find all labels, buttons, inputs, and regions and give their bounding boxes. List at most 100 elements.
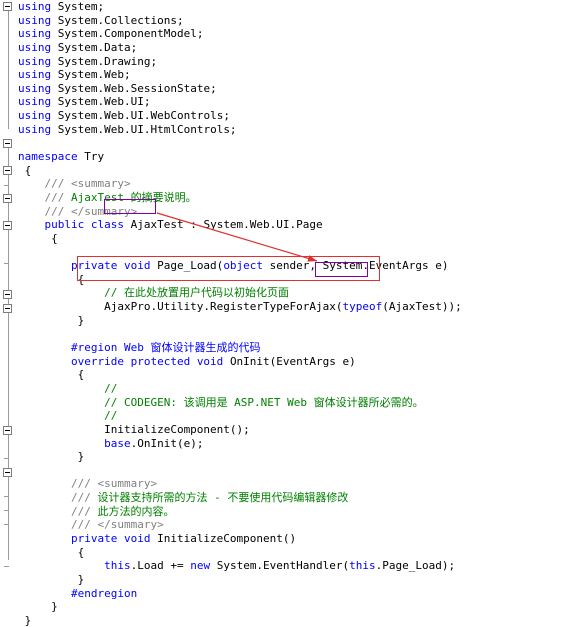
code-line: {: [18, 368, 565, 382]
code-line: //: [18, 409, 565, 423]
code-token: ///: [44, 204, 71, 218]
code-token: // CODEGEN: 该调用是 ASP.NET Web 窗体设计器所必需的。: [104, 395, 424, 409]
code-token: //: [104, 409, 118, 423]
code-token: Page_Load(: [157, 259, 224, 273]
outline-collapse-pageload[interactable]: [3, 221, 12, 230]
code-line: }: [18, 600, 565, 614]
outline-collapse-doc-2[interactable]: [3, 426, 12, 435]
code-line: }: [18, 450, 565, 464]
code-token: ///: [70, 477, 98, 491]
outline-tick-blank-2: [4, 496, 9, 497]
code-token: .Page_Load);: [375, 559, 456, 573]
code-token: this: [104, 559, 131, 573]
code-token: typeof: [342, 300, 383, 314]
outline-bar-namespace: [8, 140, 9, 560]
code-token: using: [18, 54, 58, 68]
code-token: InitializeComponent(): [157, 531, 297, 545]
code-token: object: [223, 259, 264, 273]
code-line: /// </summary>: [18, 205, 565, 219]
code-token: System.Web;: [57, 68, 131, 82]
code-line: namespace Try: [18, 150, 565, 164]
code-line: /// <summary>: [18, 477, 565, 491]
outline-collapse-doc-1[interactable]: [3, 166, 12, 175]
code-token: ///: [44, 190, 71, 204]
outline-bar-usings: [8, 4, 9, 129]
outlining-gutter[interactable]: [0, 0, 18, 578]
outline-tick-end: [4, 566, 9, 567]
code-text-area[interactable]: using System; using System.Collections; us…: [18, 0, 565, 627]
code-token: using: [18, 68, 58, 82]
code-line: /// 设计器支持所需的方法 - 不要使用代码编辑器修改: [18, 491, 565, 505]
code-token: OnInit(EventArgs e): [229, 354, 356, 368]
code-token: {: [18, 368, 85, 382]
code-token: using: [18, 40, 58, 54]
outline-collapse-oninit[interactable]: [3, 304, 12, 313]
outline-tick-blank-4: [4, 524, 9, 525]
code-token: using: [18, 27, 58, 41]
code-line: using System.Web;: [18, 68, 565, 82]
code-token: }: [18, 450, 85, 464]
code-token: using: [18, 81, 58, 95]
code-line: #endregion: [18, 587, 565, 601]
code-line: private void Page_Load(object sender, Sy…: [18, 259, 565, 273]
code-token: System.EventHandler(: [210, 559, 350, 573]
code-token: {: [18, 545, 85, 559]
outline-collapse-usings[interactable]: [3, 2, 12, 11]
code-token: System.Web.SessionState;: [57, 81, 217, 95]
outline-collapse-class[interactable]: [3, 194, 12, 203]
code-line: InitializeComponent();: [18, 423, 565, 437]
code-token: {: [18, 231, 58, 245]
code-token: </summary>: [71, 204, 138, 218]
code-line: /// </summary>: [18, 518, 565, 532]
outline-tick-doc-end-2: [4, 458, 9, 459]
code-line: using System.Drawing;: [18, 55, 565, 69]
code-token: // 在此处放置用户代码以初始化页面: [104, 286, 289, 300]
code-token: AjaxPro.Utility.RegisterTypeForAjax(: [18, 300, 343, 314]
code-token: ///: [70, 504, 98, 518]
code-token: Web 窗体设计器生成的代码: [117, 341, 261, 355]
code-line: using System.Web.UI.HtmlControls;: [18, 123, 565, 137]
code-token: using: [18, 122, 58, 136]
code-token: base: [104, 436, 131, 450]
code-token: System;: [57, 0, 105, 13]
code-token: System.Web.UI.HtmlControls;: [57, 122, 237, 136]
code-editor[interactable]: using System; using System.Collections; us…: [0, 0, 565, 627]
code-token: }: [18, 313, 85, 327]
code-token: (AjaxTest));: [382, 300, 462, 314]
code-token: override protected void: [70, 354, 230, 368]
outline-collapse-initcomp[interactable]: [3, 468, 12, 477]
outline-collapse-region[interactable]: [3, 290, 12, 299]
code-line: }: [18, 573, 565, 587]
outline-tick-blank-1: [4, 263, 9, 264]
code-token: using: [18, 109, 58, 123]
outline-collapse-namespace[interactable]: [3, 139, 12, 148]
code-token: using: [18, 95, 58, 109]
code-token: InitializeComponent();: [18, 422, 250, 436]
code-line: using System.Web.SessionState;: [18, 82, 565, 96]
code-line: {: [18, 164, 565, 178]
code-line: /// <summary>: [18, 177, 565, 191]
code-token: System.Web.UI;: [57, 95, 151, 109]
code-token: public class: [44, 218, 131, 232]
code-token: System.ComponentModel;: [57, 27, 204, 41]
code-line: public class AjaxTest : System.Web.UI.Pa…: [18, 218, 565, 232]
code-token: .Load +=: [130, 559, 191, 573]
code-token: ///: [70, 491, 98, 505]
code-line: // CODEGEN: 该调用是 ASP.NET Web 窗体设计器所必需的。: [18, 396, 565, 410]
code-token: }: [18, 613, 32, 627]
code-token: Try: [84, 150, 105, 164]
